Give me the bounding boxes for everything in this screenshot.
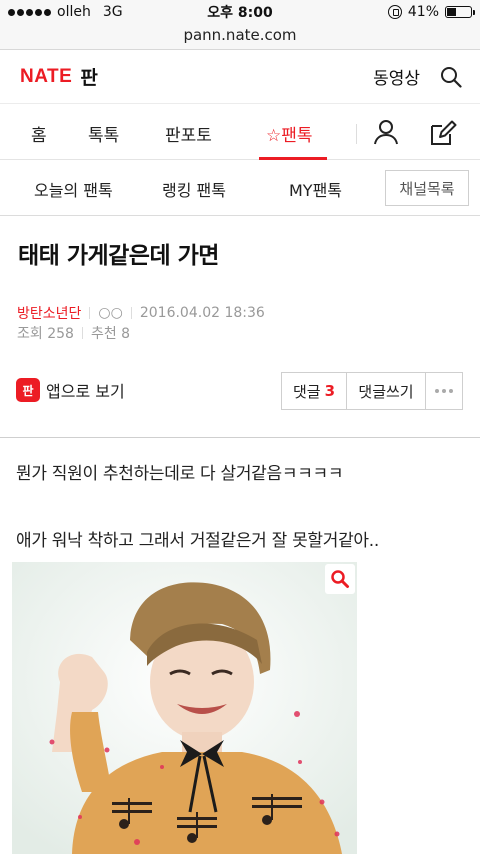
nate-pann-logo[interactable]: NATE 판 [20, 63, 98, 90]
article-meta: 방탄소년단 ○○ 2016.04.02 18:36 [17, 303, 265, 323]
more-icon [435, 389, 453, 393]
search-icon[interactable] [440, 66, 462, 88]
view-count: 조회 258 [17, 326, 74, 342]
channel-list-button[interactable]: 채널목록 [385, 170, 469, 206]
author-nickname: ○○ [98, 305, 123, 321]
status-bar: olleh 3G 오후 8:00 41% [0, 0, 480, 24]
logo-pan-text: 판 [80, 67, 98, 89]
user-icon[interactable] [372, 118, 400, 150]
open-in-app-link[interactable]: 판 앱으로 보기 [16, 378, 125, 402]
network-type: 3G [102, 4, 123, 20]
meta-divider [89, 307, 91, 319]
tab-toktok[interactable]: 톡톡 [88, 121, 119, 146]
rotation-lock-icon [387, 5, 402, 19]
tab-fantok[interactable]: ☆팬톡 [266, 121, 313, 146]
sub-nav: 오늘의 팬톡 랭킹 팬톡 MY팬톡 채널목록 [0, 160, 480, 216]
tab-home[interactable]: 홈 [31, 121, 47, 146]
pann-app-icon: 판 [16, 378, 40, 402]
article-photo[interactable] [12, 562, 357, 854]
channel-link[interactable]: 방탄소년단 [17, 303, 81, 323]
write-icon[interactable] [428, 118, 458, 152]
subnav-ranking-fantok[interactable]: 랭킹 팬톡 [162, 177, 226, 201]
zoom-image-button[interactable] [325, 564, 355, 594]
url-text: pann.nate.com [183, 26, 297, 44]
signal-strength-icon [8, 8, 51, 16]
battery-percent: 41% [407, 4, 439, 20]
main-nav: 홈 톡톡 판포토 ☆팬톡 [0, 104, 480, 160]
subnav-my-fantok[interactable]: MY팬톡 [289, 177, 342, 201]
video-link[interactable]: 동영상 [373, 64, 420, 89]
battery-icon [445, 6, 475, 18]
magnifier-icon [331, 570, 349, 588]
recommend-count: 추천 8 [90, 326, 131, 342]
article-title: 태태 가게같은데 가면 [18, 243, 219, 269]
carrier-name: olleh [57, 4, 91, 20]
comment-count: 3 [324, 382, 336, 400]
photo-illustration [12, 562, 357, 854]
comments-label: 댓글 [292, 382, 321, 401]
post-date: 2016.04.02 18:36 [139, 305, 265, 321]
meta-divider [130, 307, 132, 319]
more-button[interactable] [426, 373, 462, 409]
content-divider [0, 437, 480, 438]
write-comment-button[interactable]: 댓글쓰기 [347, 373, 426, 409]
comments-button[interactable]: 댓글 3 [282, 373, 347, 409]
url-bar[interactable]: pann.nate.com [0, 24, 480, 50]
open-in-app-label: 앱으로 보기 [46, 382, 125, 401]
nav-divider [356, 124, 357, 144]
meta-divider [81, 327, 83, 339]
site-header: NATE 판 동영상 [0, 50, 480, 104]
article-body-line: 뭔가 직원이 추천하는데로 다 살거같음ㅋㅋㅋㅋ [16, 464, 344, 484]
subnav-today-fantok[interactable]: 오늘의 팬톡 [34, 177, 113, 201]
tab-panphoto[interactable]: 판포토 [165, 121, 212, 146]
article-stats: 조회 258 추천 8 [17, 323, 130, 343]
logo-nate-text: NATE [20, 65, 73, 87]
article-actions: 댓글 3 댓글쓰기 [281, 372, 463, 410]
article-body-line: 애가 워낙 착하고 그래서 거절같은거 잘 못할거같아.. [16, 531, 379, 551]
